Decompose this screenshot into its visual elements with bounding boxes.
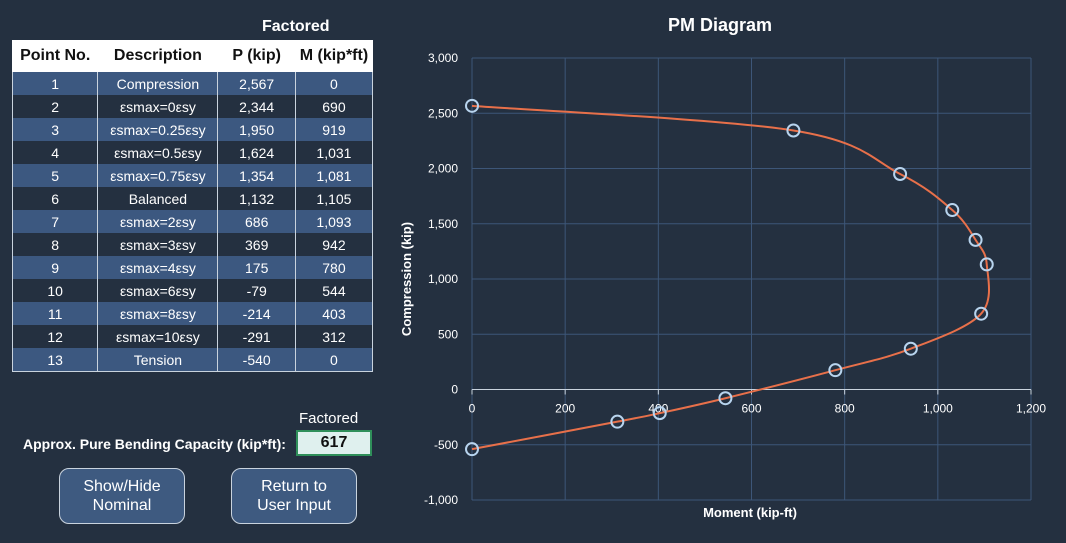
x-tick-label: 1,000 (923, 402, 953, 416)
y-tick-label: -500 (434, 438, 458, 452)
chart-title: PM Diagram (668, 15, 772, 35)
y-tick-label: 1,500 (428, 217, 458, 231)
y-tick-label: -1,000 (424, 493, 458, 507)
x-tick-label: 0 (469, 402, 476, 416)
x-tick-label: 600 (741, 402, 761, 416)
x-axis-label: Moment (kip-ft) (703, 505, 797, 520)
y-axis-label: Compression (kip) (399, 222, 414, 336)
y-tick-label: 500 (438, 327, 458, 341)
pm-diagram-chart: PM Diagram Moment (kip-ft) Compression (… (399, 15, 1046, 520)
y-tick-label: 0 (451, 383, 458, 397)
x-tick-label: 1,200 (1016, 402, 1046, 416)
y-tick-label: 2,500 (428, 106, 458, 120)
x-tick-label: 800 (835, 402, 855, 416)
y-tick-label: 2,000 (428, 162, 458, 176)
y-tick-label: 3,000 (428, 51, 458, 65)
x-tick-label: 200 (555, 402, 575, 416)
y-tick-label: 1,000 (428, 272, 458, 286)
